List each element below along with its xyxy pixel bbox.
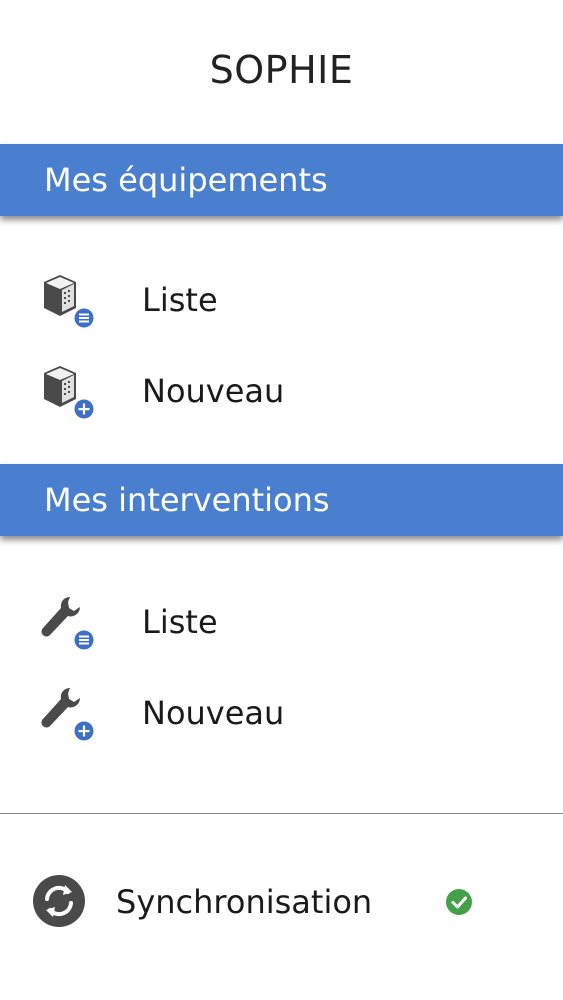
- check-circle-icon: [446, 889, 472, 915]
- menu-item-interventions-liste[interactable]: Liste: [0, 582, 563, 662]
- user-name: SOPHIE: [209, 48, 354, 92]
- section-header-interventions: Mes interventions: [0, 464, 563, 536]
- menu-item-label: Nouveau: [142, 372, 285, 410]
- menu-item-equipements-liste[interactable]: Liste: [0, 260, 563, 340]
- sync-label: Synchronisation: [116, 883, 373, 921]
- equipment-list-icon: [44, 275, 95, 329]
- sync-button[interactable]: Synchronisation: [0, 862, 563, 942]
- menu-item-equipements-nouveau[interactable]: Nouveau: [0, 351, 563, 431]
- menu-item-interventions-nouveau[interactable]: Nouveau: [0, 673, 563, 753]
- wrench-add-icon: [41, 688, 95, 742]
- equipment-add-icon: [44, 366, 95, 420]
- wrench-list-icon: [41, 597, 95, 651]
- menu-item-label: Liste: [142, 281, 218, 319]
- menu-item-label: Liste: [142, 603, 218, 641]
- navigation-drawer: SOPHIE Mes équipements Liste Nouveau Mes…: [0, 0, 563, 1000]
- sync-icon: [33, 875, 85, 927]
- menu-item-label: Nouveau: [142, 694, 285, 732]
- divider: [0, 813, 563, 814]
- section-header-equipements: Mes équipements: [0, 144, 563, 216]
